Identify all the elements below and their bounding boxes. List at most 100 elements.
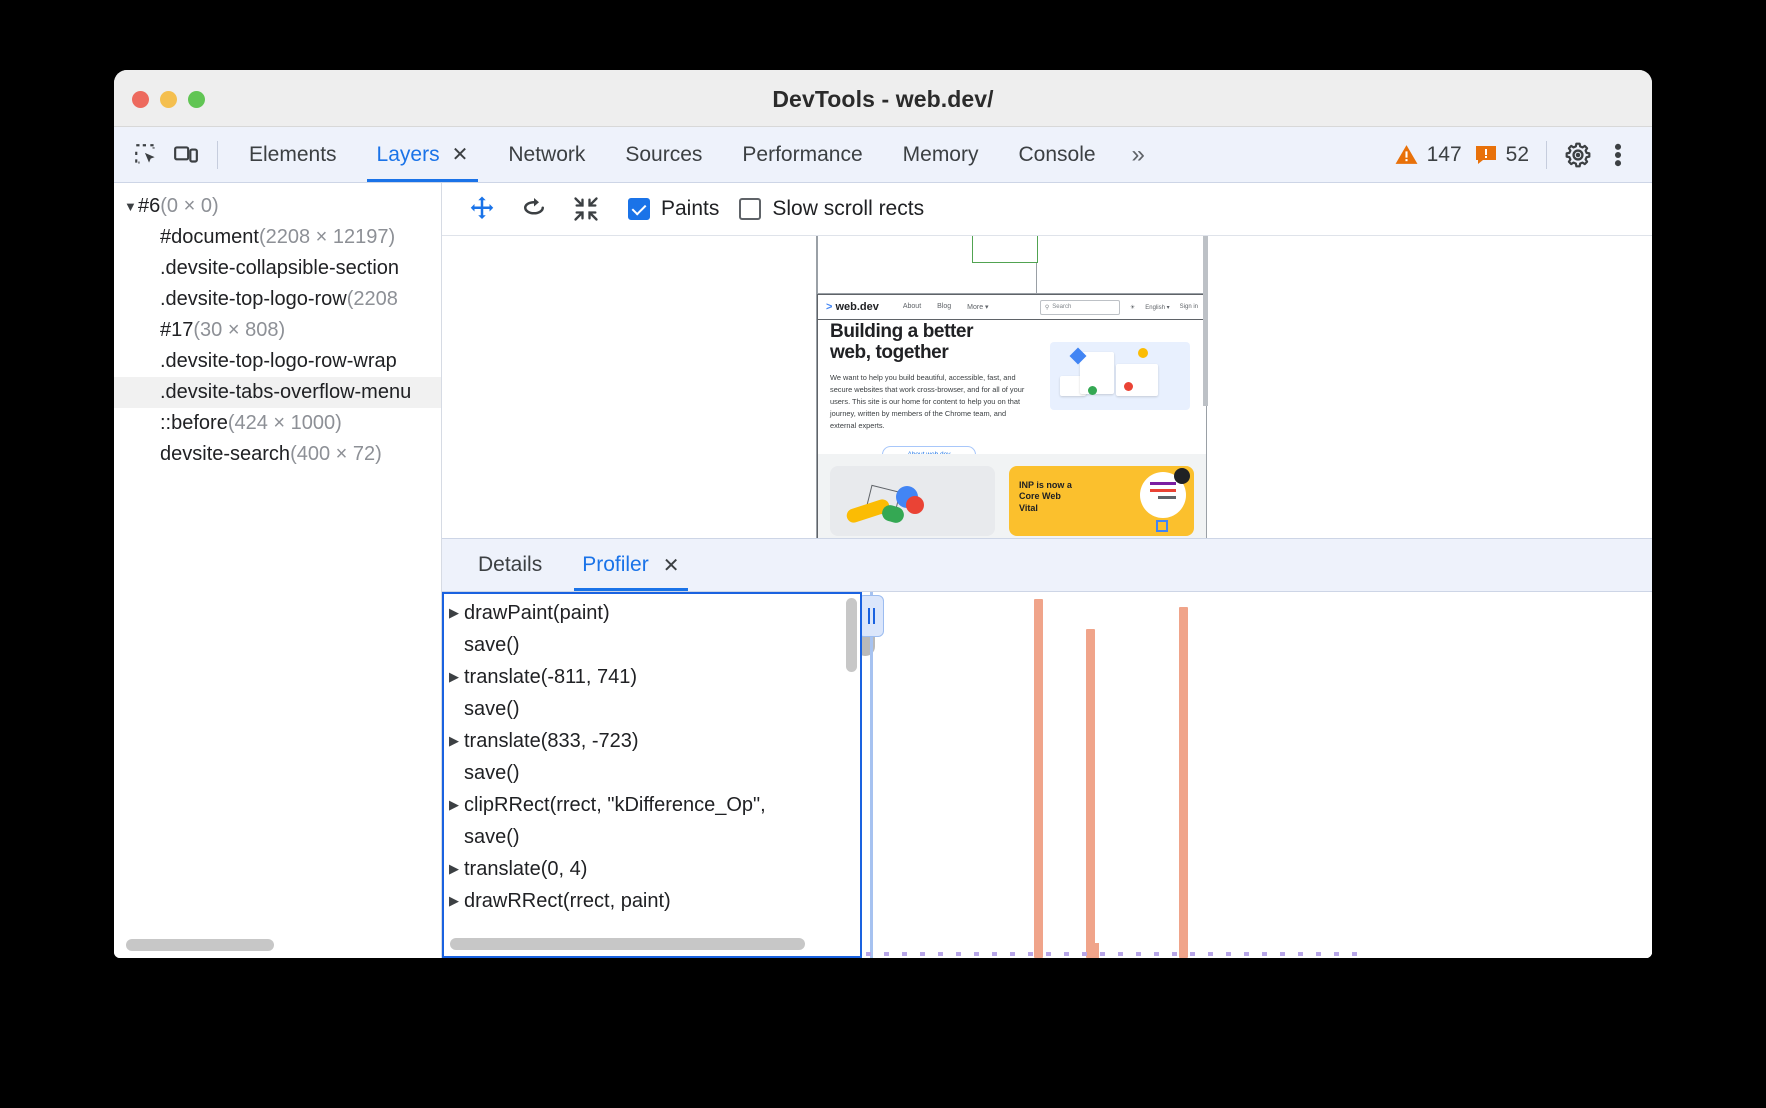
tab-details[interactable]: Details: [458, 539, 562, 591]
expand-triangle-icon[interactable]: ▶: [449, 893, 464, 909]
expand-triangle-icon[interactable]: ▶: [449, 797, 464, 813]
error-count[interactable]: 52: [1468, 143, 1535, 167]
tab-performance[interactable]: Performance: [722, 127, 882, 182]
layer-tree-item-collapsible-section[interactable]: .devsite-collapsible-section: [114, 253, 441, 284]
chart-bar[interactable]: [1034, 599, 1043, 958]
profiler-log-horizontal-scrollbar[interactable]: [450, 938, 805, 950]
profiler-timeline-chart[interactable]: 1.98 ms: [862, 592, 1652, 958]
paints-label: Paints: [661, 197, 719, 221]
log-row[interactable]: ▶ drawRRect(rrect, paint): [444, 885, 860, 917]
layer-tree-panel: ▼ #6 (0 × 0) #document (2208 × 12197) .d…: [114, 183, 442, 958]
nav-more: More ▾: [967, 303, 988, 311]
log-row[interactable]: save(): [444, 629, 860, 661]
range-selection-left-line: [870, 592, 873, 958]
layer-tree-item-top-logo-row[interactable]: .devsite-top-logo-row (2208: [114, 284, 441, 315]
layer-tree-item-document[interactable]: #document (2208 × 12197): [114, 222, 441, 253]
profiler-log-vertical-scrollbar[interactable]: [846, 598, 857, 672]
layer-name: .devsite-collapsible-section: [160, 257, 399, 280]
tab-network[interactable]: Network: [488, 127, 605, 182]
preview-hero-illustration: [1050, 342, 1190, 410]
webdev-logo: >web.dev: [826, 301, 879, 313]
layer-tree-item-top-logo-row-wrap[interactable]: .devsite-top-logo-row-wrap: [114, 346, 441, 377]
log-row[interactable]: ▶ translate(833, -723): [444, 725, 860, 757]
rotate-mode-icon[interactable]: [512, 189, 556, 229]
close-icon[interactable]: ✕: [452, 145, 469, 165]
chevron-down-icon[interactable]: ▼: [124, 199, 138, 214]
gear-icon[interactable]: [1558, 135, 1598, 175]
log-command: translate(0, 4): [464, 858, 587, 881]
tab-console[interactable]: Console: [998, 127, 1115, 182]
drawer-tab-label: Details: [478, 553, 542, 577]
kebab-menu-icon[interactable]: [1598, 135, 1638, 175]
search-placeholder: Search: [1052, 304, 1071, 310]
warning-count[interactable]: 147: [1388, 142, 1468, 167]
chart-bar[interactable]: [1179, 607, 1188, 958]
layer-name: .devsite-tabs-overflow-menu: [160, 381, 411, 404]
log-row[interactable]: save(): [444, 821, 860, 853]
tab-elements[interactable]: Elements: [229, 127, 357, 182]
preview-highlighted-layer: Patterns Case studies: [972, 236, 1038, 263]
layer-tree-item-devsite-search[interactable]: devsite-search (400 × 72): [114, 439, 441, 470]
paints-checkbox[interactable]: Paints: [628, 197, 719, 221]
slow-scroll-rects-checkbox[interactable]: Slow scroll rects: [739, 197, 924, 221]
preview-headline-line1: Building a better: [830, 322, 1186, 343]
layer-tree-horizontal-scrollbar[interactable]: [126, 939, 274, 951]
pan-mode-icon[interactable]: [460, 189, 504, 229]
tab-label: Elements: [249, 143, 337, 167]
drawer-tab-label: Profiler: [582, 553, 649, 577]
window-title: DevTools - web.dev/: [114, 86, 1652, 113]
log-row[interactable]: save(): [444, 757, 860, 789]
profiler-command-log[interactable]: ▶ drawPaint(paint) save() ▶ translate(-8…: [442, 592, 862, 958]
layer-name: ::before: [160, 412, 228, 435]
tab-profiler[interactable]: Profiler ✕: [562, 539, 699, 591]
tab-sources[interactable]: Sources: [605, 127, 722, 182]
layer-size: (2208: [347, 288, 398, 311]
checkbox-unchecked-icon[interactable]: [739, 198, 761, 220]
expand-triangle-icon[interactable]: ▶: [449, 669, 464, 685]
preview-card-illustration: [830, 466, 995, 536]
preview-search-box: ⚲ Search: [1040, 300, 1120, 315]
layer-tree-item-17[interactable]: #17 (30 × 808): [114, 315, 441, 346]
chart-bar[interactable]: [1086, 629, 1095, 958]
reset-transform-icon[interactable]: [564, 189, 608, 229]
expand-triangle-icon[interactable]: ▶: [449, 861, 464, 877]
preview-nav: About Blog More ▾: [903, 303, 989, 311]
layer-size: (30 × 808): [193, 319, 285, 342]
drawer-tabbar: Details Profiler ✕: [442, 539, 1652, 592]
layers-toolbar: Paints Slow scroll rects: [442, 183, 1652, 236]
checkbox-checked-icon[interactable]: [628, 198, 650, 220]
layer-tree-item-tabs-overflow-menu[interactable]: .devsite-tabs-overflow-menu: [114, 377, 441, 408]
slow-scroll-rects-label: Slow scroll rects: [772, 197, 924, 221]
tab-label: Sources: [625, 143, 702, 167]
preview-header-right: ☀ English ▾ Sign in: [1130, 304, 1198, 311]
inspect-element-icon[interactable]: [126, 135, 166, 175]
log-row[interactable]: ▶ translate(-811, 741): [444, 661, 860, 693]
tab-layers[interactable]: Layers ✕: [357, 127, 489, 182]
expand-triangle-icon[interactable]: ▶: [449, 733, 464, 749]
layer-name: #6: [138, 195, 160, 218]
layer-tree-item-root[interactable]: ▼ #6 (0 × 0): [114, 191, 441, 222]
log-command: drawRRect(rrect, paint): [464, 890, 671, 913]
log-command: clipRRect(rrect, "kDifference_Op",: [464, 794, 766, 817]
log-row[interactable]: ▶ drawPaint(paint): [444, 597, 860, 629]
log-row[interactable]: ▶ clipRRect(rrect, "kDifference_Op",: [444, 789, 860, 821]
theme-icon: ☀: [1130, 304, 1135, 311]
panel-tabs: Elements Layers ✕ Network Sources Perfor…: [229, 127, 1157, 182]
expand-triangle-icon[interactable]: ▶: [449, 605, 464, 621]
preview-page-scrollbar: [1203, 236, 1208, 406]
layer-name: devsite-search: [160, 443, 290, 466]
layer-name: .devsite-top-logo-row-wrap: [160, 350, 397, 373]
close-icon[interactable]: ✕: [663, 553, 680, 578]
log-row[interactable]: ▶ translate(0, 4): [444, 853, 860, 885]
device-toolbar-icon[interactable]: [166, 135, 206, 175]
log-command: save(): [464, 826, 520, 849]
preview-paragraph: We want to help you build beautiful, acc…: [830, 372, 1030, 432]
log-row[interactable]: save(): [444, 693, 860, 725]
range-selection-left-handle[interactable]: [862, 595, 884, 637]
layer-canvas[interactable]: Patterns Case studies >web.dev About Blo…: [442, 236, 1652, 548]
more-tabs-icon[interactable]: »: [1116, 141, 1157, 169]
tab-memory[interactable]: Memory: [883, 127, 999, 182]
chart-baseline-dashes: [862, 952, 1652, 956]
devtools-window: DevTools - web.dev/ Elements Layers ✕: [114, 70, 1652, 958]
layer-tree-item-before[interactable]: ::before (424 × 1000): [114, 408, 441, 439]
